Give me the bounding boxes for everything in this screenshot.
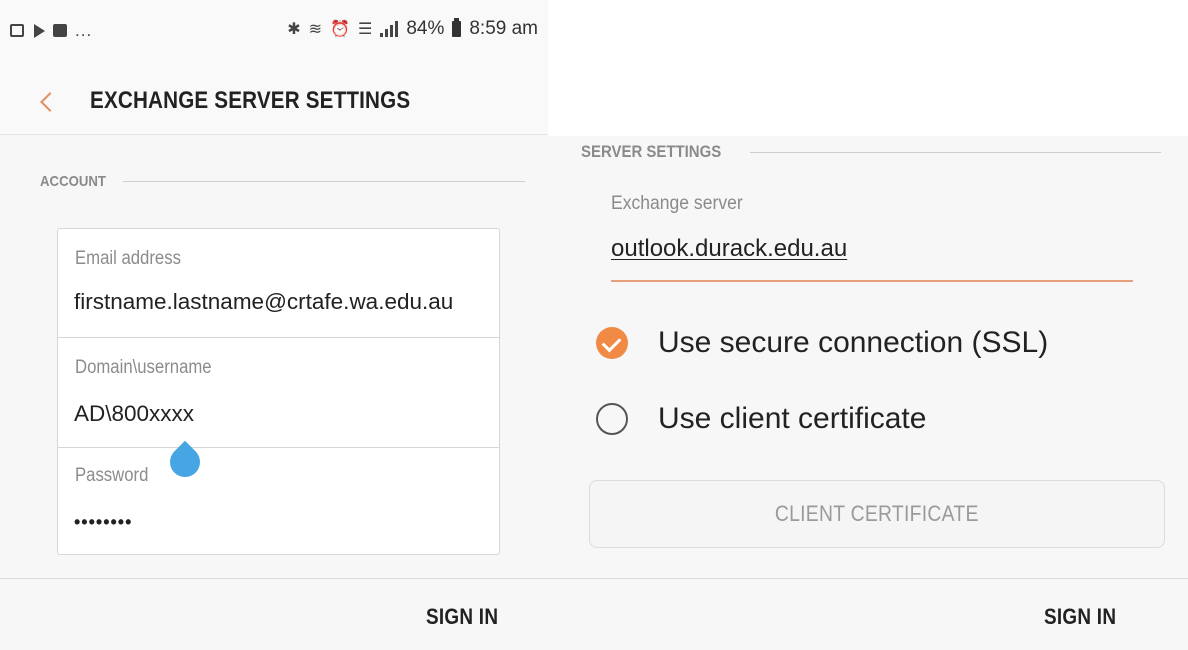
message-icon	[53, 24, 67, 37]
ssl-label: Use secure connection (SSL)	[658, 326, 1049, 359]
left-screen: ... ✱ ≋ ⏰ ☰ 84% 8:59 am EXCHANGE SERVER …	[0, 0, 548, 650]
wifi-icon: ☰	[357, 21, 373, 38]
sign-in-button-right[interactable]: SIGN IN	[1044, 604, 1116, 630]
email-label: Email address	[75, 248, 181, 269]
unchecked-circle-icon[interactable]	[596, 403, 628, 435]
footer-left: SIGN IN	[0, 578, 548, 650]
battery-percent: 84%	[406, 18, 445, 39]
checked-circle-icon[interactable]	[596, 327, 628, 359]
exchange-server-input[interactable]: outlook.durack.edu.au	[611, 235, 847, 263]
status-bar: ... ✱ ≋ ⏰ ☰ 84% 8:59 am	[0, 0, 548, 70]
password-value: ••••••••	[74, 512, 133, 532]
account-form: Email address firstname.lastname@crtafe.…	[57, 228, 500, 555]
divider	[123, 181, 525, 182]
status-time: 8:59 am	[469, 18, 538, 39]
play-icon	[34, 23, 45, 38]
email-field[interactable]: Email address firstname.lastname@crtafe.…	[58, 229, 499, 338]
password-field[interactable]: Password ••••••••	[58, 448, 499, 554]
server-section-header: SERVER SETTINGS	[581, 142, 1161, 162]
bluetooth-icon: ✱	[287, 21, 301, 38]
divider	[750, 151, 1161, 153]
battery-icon	[452, 18, 462, 37]
input-underline	[611, 280, 1133, 282]
page-title: EXCHANGE SERVER SETTINGS	[90, 87, 411, 114]
gallery-icon	[10, 24, 24, 37]
exchange-server-label: Exchange server	[611, 192, 743, 214]
password-label: Password	[75, 465, 149, 486]
username-value: AD\800xxxx	[74, 401, 195, 426]
ssl-checkbox-row[interactable]: Use secure connection (SSL)	[596, 326, 1048, 360]
alarm-icon: ⏰	[330, 21, 350, 38]
signal-icon	[380, 21, 399, 37]
username-field[interactable]: Domain\username AD\800xxxx	[58, 338, 499, 448]
client-cert-checkbox-row[interactable]: Use client certificate	[596, 402, 926, 436]
account-section-header: ACCOUNT	[40, 173, 525, 190]
nfc-icon: ≋	[308, 21, 323, 38]
overflow-dots: ...	[75, 21, 93, 40]
app-bar: EXCHANGE SERVER SETTINGS	[0, 70, 548, 135]
footer-right: SIGN IN	[548, 578, 1188, 650]
chevron-left-icon	[40, 92, 60, 112]
section-label-account: ACCOUNT	[40, 173, 106, 190]
username-label: Domain\username	[75, 357, 212, 378]
section-label-server: SERVER SETTINGS	[581, 142, 722, 161]
status-left-icons: ...	[10, 22, 92, 39]
right-screen: SERVER SETTINGS Exchange server outlook.…	[548, 136, 1188, 650]
client-certificate-label: CLIENT CERTIFICATE	[775, 501, 979, 526]
client-cert-label: Use client certificate	[658, 402, 927, 435]
status-right-icons: ✱ ≋ ⏰ ☰ 84% 8:59 am	[287, 18, 538, 40]
back-button[interactable]	[30, 85, 64, 119]
client-certificate-button[interactable]: CLIENT CERTIFICATE	[589, 480, 1165, 548]
email-value: firstname.lastname@crtafe.wa.edu.au	[74, 289, 454, 314]
sign-in-button-left[interactable]: SIGN IN	[426, 604, 498, 630]
